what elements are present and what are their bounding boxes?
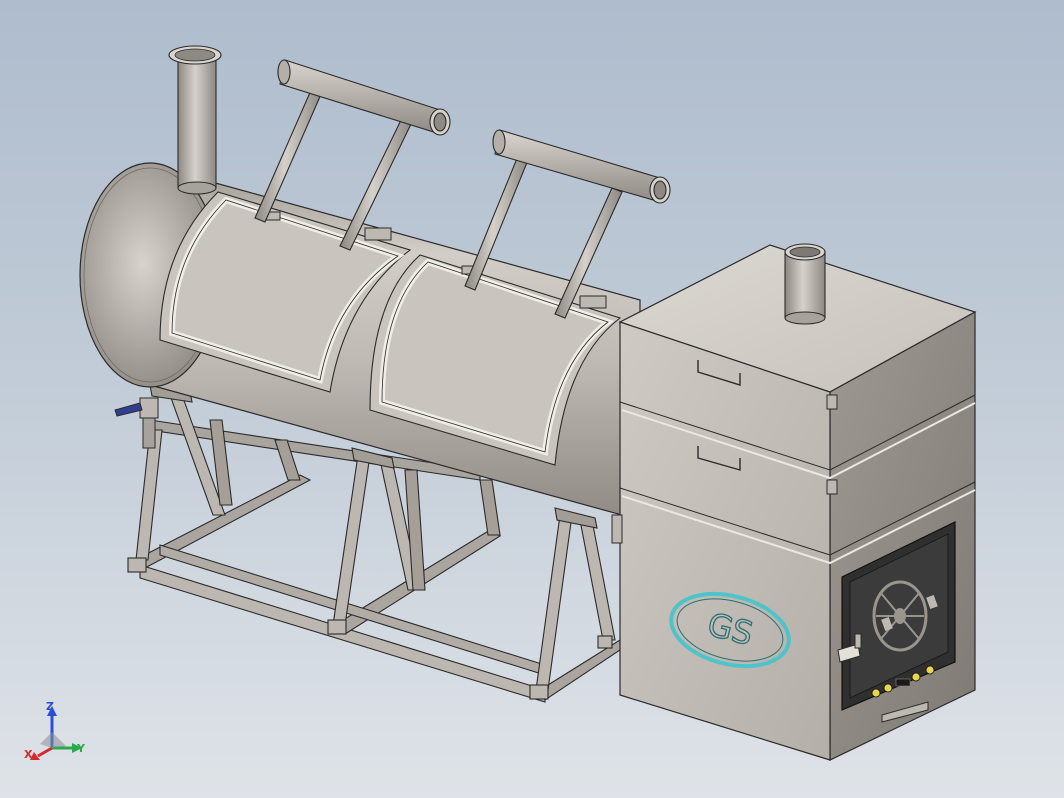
x-axis-arrow — [37, 746, 53, 758]
view-orientation-triad[interactable]: Z Y X — [22, 700, 92, 770]
firebox-chimney[interactable] — [784, 243, 826, 325]
y-axis-label: Y — [76, 742, 86, 755]
z-axis-label: Z — [46, 700, 54, 713]
graphics-viewport[interactable]: GS Z Y X — [0, 0, 1064, 798]
model-scene[interactable]: GS — [0, 0, 1064, 798]
drain-valve[interactable] — [114, 397, 159, 449]
x-axis-label: X — [24, 748, 33, 761]
triad-plane — [40, 732, 66, 748]
